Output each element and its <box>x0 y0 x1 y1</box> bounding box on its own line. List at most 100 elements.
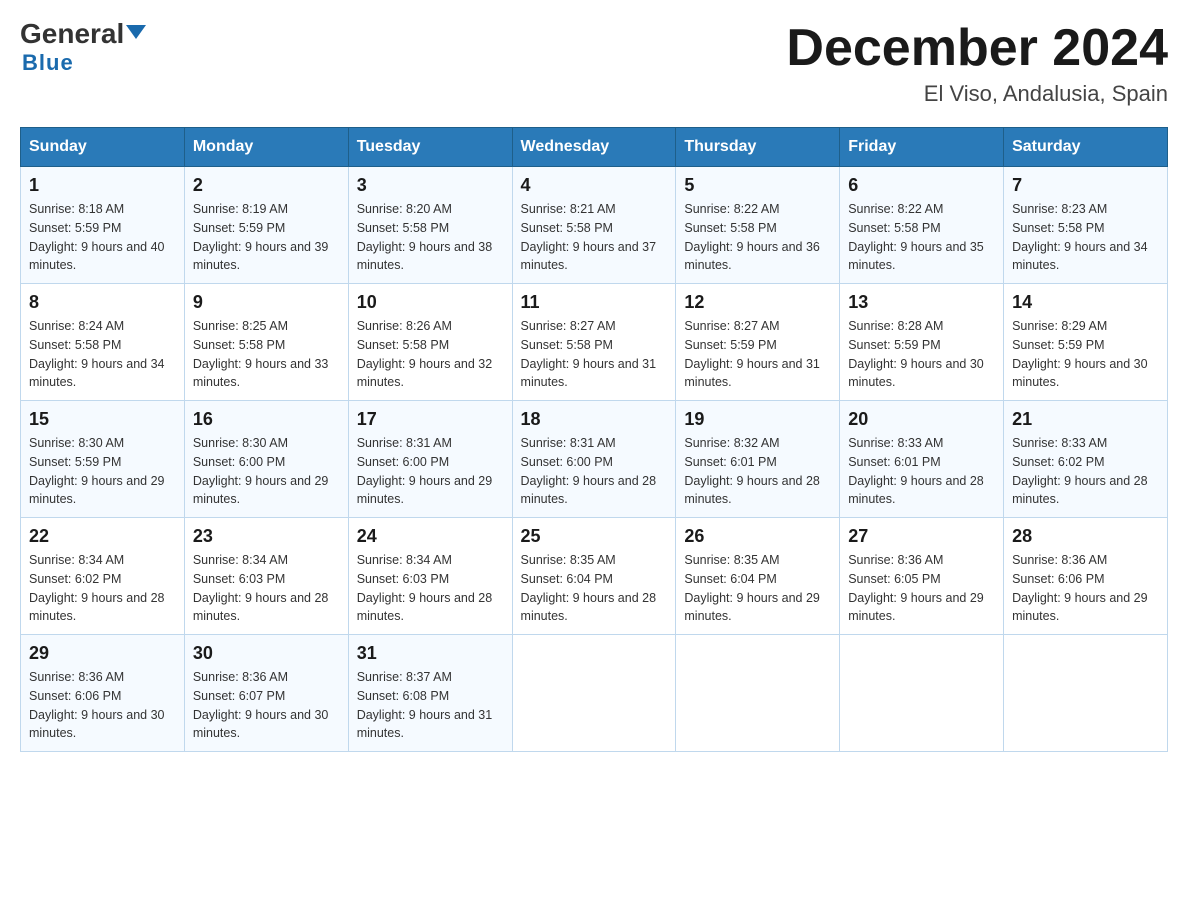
calendar-cell: 10 Sunrise: 8:26 AM Sunset: 5:58 PM Dayl… <box>348 284 512 401</box>
day-info: Sunrise: 8:33 AM Sunset: 6:01 PM Dayligh… <box>848 434 995 509</box>
calendar-cell: 19 Sunrise: 8:32 AM Sunset: 6:01 PM Dayl… <box>676 401 840 518</box>
calendar-cell: 27 Sunrise: 8:36 AM Sunset: 6:05 PM Dayl… <box>840 518 1004 635</box>
calendar-cell: 17 Sunrise: 8:31 AM Sunset: 6:00 PM Dayl… <box>348 401 512 518</box>
calendar-cell: 26 Sunrise: 8:35 AM Sunset: 6:04 PM Dayl… <box>676 518 840 635</box>
calendar-cell: 25 Sunrise: 8:35 AM Sunset: 6:04 PM Dayl… <box>512 518 676 635</box>
day-number: 22 <box>29 526 176 547</box>
day-info: Sunrise: 8:35 AM Sunset: 6:04 PM Dayligh… <box>521 551 668 626</box>
day-info: Sunrise: 8:35 AM Sunset: 6:04 PM Dayligh… <box>684 551 831 626</box>
day-number: 15 <box>29 409 176 430</box>
col-monday: Monday <box>184 128 348 167</box>
calendar-cell: 18 Sunrise: 8:31 AM Sunset: 6:00 PM Dayl… <box>512 401 676 518</box>
day-number: 29 <box>29 643 176 664</box>
calendar-header-row: Sunday Monday Tuesday Wednesday Thursday… <box>21 128 1168 167</box>
col-sunday: Sunday <box>21 128 185 167</box>
day-number: 3 <box>357 175 504 196</box>
calendar-week-row: 8 Sunrise: 8:24 AM Sunset: 5:58 PM Dayli… <box>21 284 1168 401</box>
calendar-cell <box>676 635 840 752</box>
calendar-cell: 9 Sunrise: 8:25 AM Sunset: 5:58 PM Dayli… <box>184 284 348 401</box>
calendar-cell: 29 Sunrise: 8:36 AM Sunset: 6:06 PM Dayl… <box>21 635 185 752</box>
calendar-cell: 12 Sunrise: 8:27 AM Sunset: 5:59 PM Dayl… <box>676 284 840 401</box>
calendar-cell: 5 Sunrise: 8:22 AM Sunset: 5:58 PM Dayli… <box>676 167 840 284</box>
col-tuesday: Tuesday <box>348 128 512 167</box>
calendar-cell <box>1004 635 1168 752</box>
day-info: Sunrise: 8:32 AM Sunset: 6:01 PM Dayligh… <box>684 434 831 509</box>
calendar-cell: 8 Sunrise: 8:24 AM Sunset: 5:58 PM Dayli… <box>21 284 185 401</box>
day-number: 5 <box>684 175 831 196</box>
calendar-cell: 2 Sunrise: 8:19 AM Sunset: 5:59 PM Dayli… <box>184 167 348 284</box>
day-number: 25 <box>521 526 668 547</box>
calendar-cell <box>512 635 676 752</box>
calendar-cell: 7 Sunrise: 8:23 AM Sunset: 5:58 PM Dayli… <box>1004 167 1168 284</box>
day-info: Sunrise: 8:24 AM Sunset: 5:58 PM Dayligh… <box>29 317 176 392</box>
day-number: 1 <box>29 175 176 196</box>
day-info: Sunrise: 8:19 AM Sunset: 5:59 PM Dayligh… <box>193 200 340 275</box>
calendar-cell: 13 Sunrise: 8:28 AM Sunset: 5:59 PM Dayl… <box>840 284 1004 401</box>
day-number: 21 <box>1012 409 1159 430</box>
calendar-table: Sunday Monday Tuesday Wednesday Thursday… <box>20 127 1168 752</box>
calendar-week-row: 15 Sunrise: 8:30 AM Sunset: 5:59 PM Dayl… <box>21 401 1168 518</box>
calendar-cell: 20 Sunrise: 8:33 AM Sunset: 6:01 PM Dayl… <box>840 401 1004 518</box>
day-info: Sunrise: 8:30 AM Sunset: 5:59 PM Dayligh… <box>29 434 176 509</box>
day-info: Sunrise: 8:29 AM Sunset: 5:59 PM Dayligh… <box>1012 317 1159 392</box>
calendar-cell: 24 Sunrise: 8:34 AM Sunset: 6:03 PM Dayl… <box>348 518 512 635</box>
day-number: 16 <box>193 409 340 430</box>
page-header: General Blue December 2024 El Viso, Anda… <box>20 20 1168 107</box>
logo-blue: Blue <box>22 50 74 76</box>
day-number: 6 <box>848 175 995 196</box>
day-info: Sunrise: 8:20 AM Sunset: 5:58 PM Dayligh… <box>357 200 504 275</box>
day-number: 13 <box>848 292 995 313</box>
calendar-cell: 21 Sunrise: 8:33 AM Sunset: 6:02 PM Dayl… <box>1004 401 1168 518</box>
calendar-cell: 4 Sunrise: 8:21 AM Sunset: 5:58 PM Dayli… <box>512 167 676 284</box>
day-info: Sunrise: 8:23 AM Sunset: 5:58 PM Dayligh… <box>1012 200 1159 275</box>
col-thursday: Thursday <box>676 128 840 167</box>
day-info: Sunrise: 8:34 AM Sunset: 6:02 PM Dayligh… <box>29 551 176 626</box>
day-number: 30 <box>193 643 340 664</box>
title-block: December 2024 El Viso, Andalusia, Spain <box>786 20 1168 107</box>
day-info: Sunrise: 8:27 AM Sunset: 5:58 PM Dayligh… <box>521 317 668 392</box>
day-number: 4 <box>521 175 668 196</box>
location-subtitle: El Viso, Andalusia, Spain <box>786 81 1168 107</box>
calendar-cell: 16 Sunrise: 8:30 AM Sunset: 6:00 PM Dayl… <box>184 401 348 518</box>
day-info: Sunrise: 8:30 AM Sunset: 6:00 PM Dayligh… <box>193 434 340 509</box>
day-info: Sunrise: 8:31 AM Sunset: 6:00 PM Dayligh… <box>521 434 668 509</box>
calendar-cell: 30 Sunrise: 8:36 AM Sunset: 6:07 PM Dayl… <box>184 635 348 752</box>
calendar-cell <box>840 635 1004 752</box>
day-number: 7 <box>1012 175 1159 196</box>
calendar-cell: 11 Sunrise: 8:27 AM Sunset: 5:58 PM Dayl… <box>512 284 676 401</box>
month-year-title: December 2024 <box>786 20 1168 77</box>
logo-general: General <box>20 20 146 48</box>
day-number: 24 <box>357 526 504 547</box>
calendar-cell: 6 Sunrise: 8:22 AM Sunset: 5:58 PM Dayli… <box>840 167 1004 284</box>
day-number: 31 <box>357 643 504 664</box>
calendar-cell: 3 Sunrise: 8:20 AM Sunset: 5:58 PM Dayli… <box>348 167 512 284</box>
calendar-week-row: 22 Sunrise: 8:34 AM Sunset: 6:02 PM Dayl… <box>21 518 1168 635</box>
day-info: Sunrise: 8:34 AM Sunset: 6:03 PM Dayligh… <box>193 551 340 626</box>
day-number: 17 <box>357 409 504 430</box>
day-info: Sunrise: 8:27 AM Sunset: 5:59 PM Dayligh… <box>684 317 831 392</box>
day-info: Sunrise: 8:18 AM Sunset: 5:59 PM Dayligh… <box>29 200 176 275</box>
calendar-cell: 1 Sunrise: 8:18 AM Sunset: 5:59 PM Dayli… <box>21 167 185 284</box>
day-number: 11 <box>521 292 668 313</box>
calendar-cell: 22 Sunrise: 8:34 AM Sunset: 6:02 PM Dayl… <box>21 518 185 635</box>
day-info: Sunrise: 8:36 AM Sunset: 6:06 PM Dayligh… <box>29 668 176 743</box>
calendar-week-row: 29 Sunrise: 8:36 AM Sunset: 6:06 PM Dayl… <box>21 635 1168 752</box>
day-info: Sunrise: 8:22 AM Sunset: 5:58 PM Dayligh… <box>684 200 831 275</box>
calendar-cell: 15 Sunrise: 8:30 AM Sunset: 5:59 PM Dayl… <box>21 401 185 518</box>
day-info: Sunrise: 8:37 AM Sunset: 6:08 PM Dayligh… <box>357 668 504 743</box>
day-info: Sunrise: 8:25 AM Sunset: 5:58 PM Dayligh… <box>193 317 340 392</box>
day-number: 10 <box>357 292 504 313</box>
calendar-cell: 23 Sunrise: 8:34 AM Sunset: 6:03 PM Dayl… <box>184 518 348 635</box>
day-number: 2 <box>193 175 340 196</box>
day-info: Sunrise: 8:33 AM Sunset: 6:02 PM Dayligh… <box>1012 434 1159 509</box>
day-number: 19 <box>684 409 831 430</box>
day-number: 9 <box>193 292 340 313</box>
day-info: Sunrise: 8:22 AM Sunset: 5:58 PM Dayligh… <box>848 200 995 275</box>
day-number: 26 <box>684 526 831 547</box>
calendar-cell: 31 Sunrise: 8:37 AM Sunset: 6:08 PM Dayl… <box>348 635 512 752</box>
day-info: Sunrise: 8:21 AM Sunset: 5:58 PM Dayligh… <box>521 200 668 275</box>
logo: General Blue <box>20 20 146 76</box>
calendar-week-row: 1 Sunrise: 8:18 AM Sunset: 5:59 PM Dayli… <box>21 167 1168 284</box>
day-info: Sunrise: 8:36 AM Sunset: 6:05 PM Dayligh… <box>848 551 995 626</box>
day-number: 8 <box>29 292 176 313</box>
